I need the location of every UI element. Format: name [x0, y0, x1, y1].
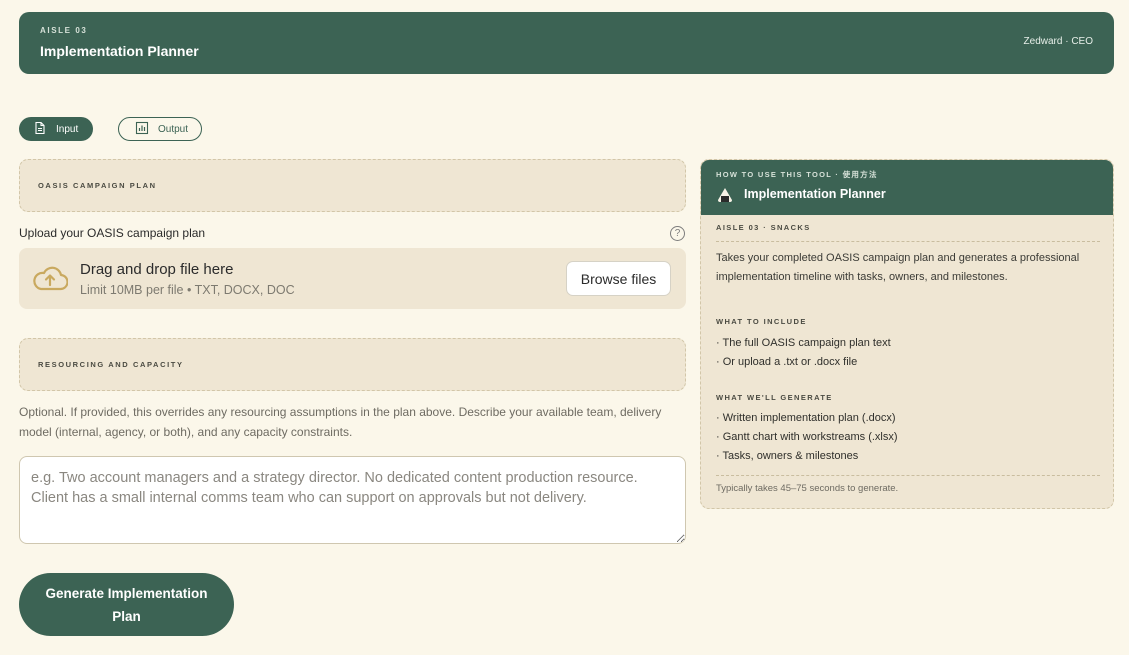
- panel-description: Takes your completed OASIS campaign plan…: [716, 252, 1080, 283]
- generate-heading: WHAT WE'LL GENERATE: [716, 393, 833, 402]
- panel-header: HOW TO USE THIS TOOL · 使用方法 Implementati…: [701, 160, 1113, 215]
- help-icon[interactable]: ?: [670, 226, 685, 241]
- cloud-upload-icon: [32, 265, 69, 291]
- campaign-plan-section-label: OASIS CAMPAIGN PLAN: [38, 181, 157, 190]
- generate-item: · Tasks, owners & milestones: [716, 450, 859, 462]
- tab-output-label: Output: [158, 123, 189, 135]
- tab-input-label: Input: [56, 123, 79, 135]
- chart-icon: [135, 121, 149, 138]
- user-info: Zedward · CEO: [1023, 36, 1093, 47]
- include-heading: WHAT TO INCLUDE: [716, 317, 807, 326]
- include-item: · Or upload a .txt or .docx file: [716, 356, 858, 368]
- panel-title: Implementation Planner: [744, 187, 886, 201]
- resourcing-section-label: RESOURCING AND CAPACITY: [38, 360, 184, 369]
- upload-label: Upload your OASIS campaign plan: [19, 226, 206, 240]
- header-aisle-label: AISLE 03: [40, 26, 88, 35]
- browse-files-button[interactable]: Browse files: [566, 261, 671, 296]
- generate-item: · Written implementation plan (.docx): [716, 412, 896, 424]
- panel-divider: [716, 475, 1100, 476]
- generate-plan-button[interactable]: Generate Implementation Plan: [19, 573, 234, 636]
- panel-footnote: Typically takes 45–75 seconds to generat…: [716, 483, 899, 494]
- generate-item: · Gantt chart with workstreams (.xlsx): [716, 431, 898, 443]
- rice-ball-icon: [716, 186, 734, 204]
- tab-input[interactable]: Input: [19, 117, 93, 141]
- dropzone-title: Drag and drop file here: [80, 261, 234, 278]
- panel-divider: [716, 241, 1100, 242]
- tab-output[interactable]: Output: [118, 117, 202, 141]
- how-to-panel: HOW TO USE THIS TOOL · 使用方法 Implementati…: [700, 159, 1114, 509]
- page-title: Implementation Planner: [40, 43, 199, 59]
- document-icon: [33, 121, 47, 138]
- resourcing-textarea[interactable]: [19, 456, 686, 544]
- campaign-plan-section: OASIS CAMPAIGN PLAN: [19, 159, 686, 212]
- resourcing-section: RESOURCING AND CAPACITY: [19, 338, 686, 391]
- resourcing-help-text: Optional. If provided, this overrides an…: [19, 405, 662, 439]
- file-dropzone[interactable]: Drag and drop file here Limit 10MB per f…: [19, 248, 686, 309]
- include-item: · The full OASIS campaign plan text: [716, 337, 891, 349]
- dropzone-limits: Limit 10MB per file • TXT, DOCX, DOC: [80, 283, 295, 297]
- panel-how-to-label: HOW TO USE THIS TOOL · 使用方法: [716, 170, 878, 179]
- app-header: AISLE 03 Implementation Planner Zedward …: [19, 12, 1114, 74]
- panel-aisle-label: AISLE 03 · SNACKS: [716, 223, 811, 232]
